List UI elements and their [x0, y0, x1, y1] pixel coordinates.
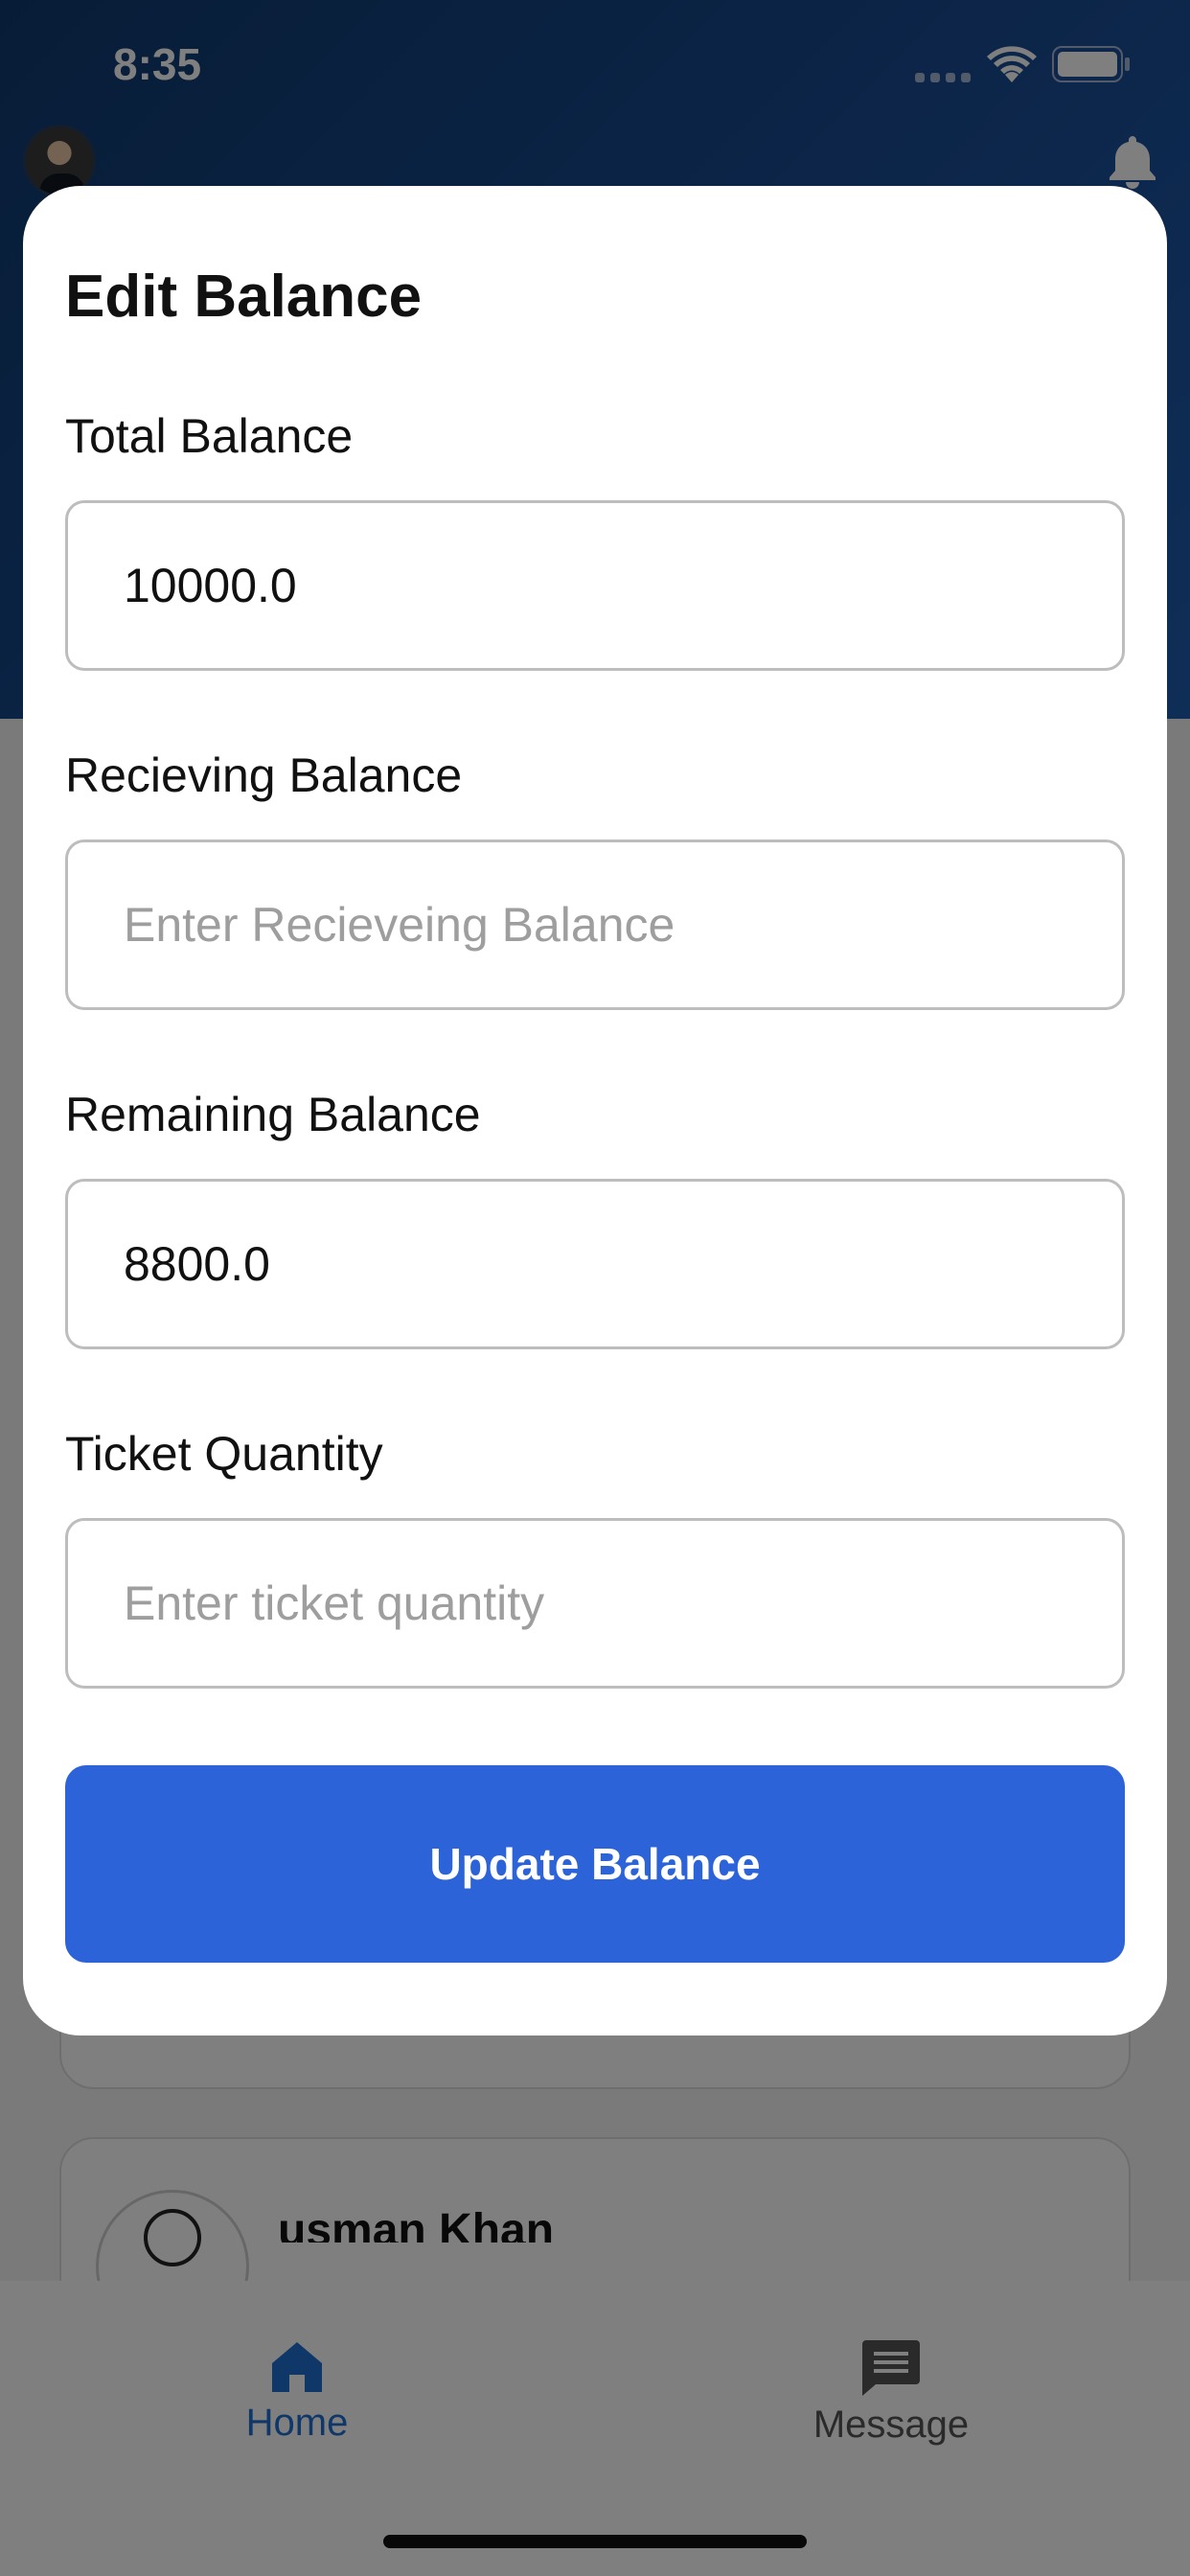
receiving-balance-label: Recieving Balance — [65, 748, 463, 802]
dialog-title: Edit Balance — [65, 264, 423, 330]
remaining-balance-label: Remaining Balance — [65, 1088, 481, 1141]
remaining-balance-field[interactable] — [65, 1179, 1125, 1349]
screen: usman Khan 8:35 Home Mess — [0, 0, 1190, 2576]
total-balance-label: Total Balance — [65, 409, 354, 463]
edit-balance-dialog: Edit Balance Total Balance Recieving Bal… — [23, 186, 1167, 2036]
receiving-balance-field[interactable] — [65, 840, 1125, 1010]
ticket-quantity-field[interactable] — [65, 1518, 1125, 1689]
total-balance-field[interactable] — [65, 500, 1125, 671]
remaining-balance-input[interactable] — [124, 1236, 1122, 1292]
total-balance-input[interactable] — [124, 558, 1122, 613]
receiving-balance-input[interactable] — [124, 897, 1122, 953]
update-balance-button[interactable]: Update Balance — [65, 1765, 1125, 1963]
ticket-quantity-label: Ticket Quantity — [65, 1427, 383, 1481]
ticket-quantity-input[interactable] — [124, 1576, 1122, 1631]
